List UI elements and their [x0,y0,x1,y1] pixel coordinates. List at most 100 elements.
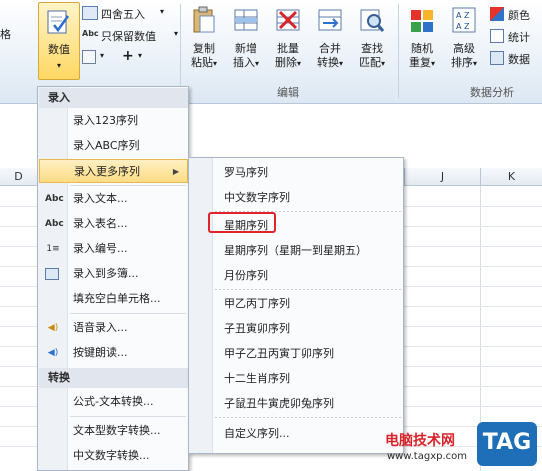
menu-item-fill-blank[interactable]: 填充空白单元格... [39,287,188,311]
menu-item-input-table-name[interactable]: Abc 录入表名... [39,212,188,236]
submenu-item-heavenly-stems[interactable]: 甲乙丙丁序列 [190,291,403,317]
menu-item-label: 录入更多序列 [74,165,140,178]
insert-icon [234,9,258,31]
submenu-item-branch-zodiac[interactable]: 子鼠丑牛寅虎卯兔序列 [190,391,403,417]
chevron-down-icon[interactable]: ▾ [138,51,142,60]
number-icon [47,10,70,34]
keep-values-button[interactable]: Abc 只保留数值 ▾ [82,26,182,46]
submenu-item-custom[interactable]: 自定义序列... [190,421,403,447]
menu-header-convert: 转换 [39,368,188,388]
random-repeat-label: 随机 重复▾ [408,42,435,69]
random-icon [411,10,433,32]
chevron-down-icon: ▾ [56,61,61,70]
menu-item-label: 录入ABC序列 [73,139,140,152]
menu-separator [70,416,186,417]
submenu-item-roman[interactable]: 罗马序列 [190,160,403,186]
menu-item-input-number[interactable]: 1≡ 录入编号... [39,237,188,261]
menu-item-label: 按键朗读... [73,346,128,359]
tag-badge: TAG [477,422,537,466]
menu-item-label: 录入表名... [73,217,128,230]
color-label: 颜色 [508,9,530,22]
random-repeat-button[interactable]: 随机 重复▾ [404,4,440,76]
column-header-j[interactable]: J [404,168,480,186]
column-header-k[interactable]: K [480,168,542,186]
stats-button[interactable]: 统计 [490,28,542,48]
sort-icon: A Z A Z [452,7,476,33]
column-header-d[interactable]: D [0,168,38,186]
insert-button[interactable]: 新增 插入▾ [228,4,264,76]
edit-icon[interactable] [82,50,96,64]
menu-item-more-series[interactable]: 录入更多序列 ▶ [39,159,188,183]
menu-item-label: 录入文本... [73,192,128,205]
stats-label: 统计 [508,31,530,44]
menu-item-text-number[interactable]: 文本型数字转换... [39,419,188,443]
round-icon [82,6,98,20]
menu-item-label: 公式-文本转换... [73,395,154,408]
data-button[interactable]: 数据 [490,50,542,70]
round-button[interactable]: 四舍五入 ▾ [82,4,172,24]
left-cut-label[interactable]: 格 [0,26,11,42]
clipboard-icon [193,6,215,33]
delete-icon [276,9,300,31]
menu-item-chinese-number[interactable]: 中文数字转换... [39,444,188,468]
find-match-button[interactable]: 查找 匹配▾ [354,4,390,76]
multi-book-icon [45,268,59,280]
submenu-item-zodiac[interactable]: 十二生肖序列 [190,366,403,392]
menu-item-voice-input[interactable]: ◀) 语音录入... [39,316,188,340]
keep-values-label: 只保留数值 [101,30,156,43]
ribbon-separator [180,4,181,98]
menu-item-input-abc[interactable]: 录入ABC序列 [39,134,188,158]
menu-item-input-text[interactable]: Abc 录入文本... [39,187,188,211]
merge-icon [318,9,342,31]
number-dropdown-menu: 录入 录入123序列 录入ABC序列 录入更多序列 ▶ Abc 录入文本... Ab… [37,86,189,471]
submenu-item-sexagenary[interactable]: 甲子乙丑丙寅丁卯序列 [190,341,403,367]
svg-text:A Z: A Z [456,22,470,31]
highlight-box [208,212,276,233]
menu-item-label: 文本型数字转换... [73,424,161,437]
menu-item-input-123[interactable]: 录入123序列 [39,109,188,133]
menu-header-input: 录入 [39,88,188,108]
number-label: 数值 [48,43,70,56]
numbered-list-icon: 1≡ [46,244,60,254]
submenu-item-weekday-mon-fri[interactable]: 星期序列（星期一到星期五） [190,238,403,264]
merge-convert-button[interactable]: 合并 转换▾ [312,4,348,76]
menu-item-label: 录入123序列 [73,114,138,127]
menu-item-label: 录入编号... [73,242,128,255]
menu-item-input-multi-book[interactable]: 录入到多簿... [39,262,188,286]
number-button[interactable]: 数值 ▾ [38,2,80,80]
find-match-label: 查找 匹配▾ [358,42,385,69]
abc-text-icon: Abc [45,194,64,204]
more-series-submenu: 罗马序列 中文数字序列 星期序列 星期序列（星期一到星期五） 月份序列 甲乙丙丁… [188,157,404,454]
batch-delete-button[interactable]: 批量 删除▾ [270,4,306,76]
copy-paste-button[interactable]: 复制 粘贴▾ [186,4,222,76]
merge-convert-label: 合并 转换▾ [316,42,343,69]
small-tools-row: ▾ + ▾ [82,48,182,68]
abc-table-icon: Abc [45,219,64,229]
submenu-item-earthly-branches[interactable]: 子丑寅卯序列 [190,316,403,342]
menu-item-formula-text[interactable]: 公式-文本转换... [39,390,188,414]
svg-text:A Z: A Z [456,11,470,20]
submenu-item-month[interactable]: 月份序列 [190,263,403,289]
menu-separator [70,313,186,314]
advanced-sort-button[interactable]: A Z A Z 高级 排序▾ [446,4,482,76]
menu-separator [70,185,186,186]
plus-icon[interactable]: + [122,48,134,64]
color-icon [490,7,504,21]
submenu-item-chinese-number[interactable]: 中文数字序列 [190,185,403,211]
stats-icon [490,29,504,43]
find-icon [360,9,385,32]
color-button[interactable]: 颜色 [490,6,542,26]
menu-item-label: 录入到多簿... [73,267,139,280]
watermark: 电脑技术网 www.tagxp.com TAG [385,418,542,471]
speaker-icon: ◀) [47,323,59,333]
menu-item-key-read[interactable]: ◀) 按键朗读... [39,341,188,365]
group-edit-label: 编辑 [277,86,299,99]
ribbon-separator [398,4,399,98]
chevron-down-icon[interactable]: ▾ [100,51,104,60]
data-label: 数据 [508,53,530,66]
chevron-down-icon: ▾ [160,7,165,16]
group-analysis-label: 数据分析 [470,86,514,99]
keyboard-speaker-icon: ◀) [47,348,59,358]
round-label: 四舍五入 [101,8,145,21]
menu-item-label: 语音录入... [73,321,128,334]
